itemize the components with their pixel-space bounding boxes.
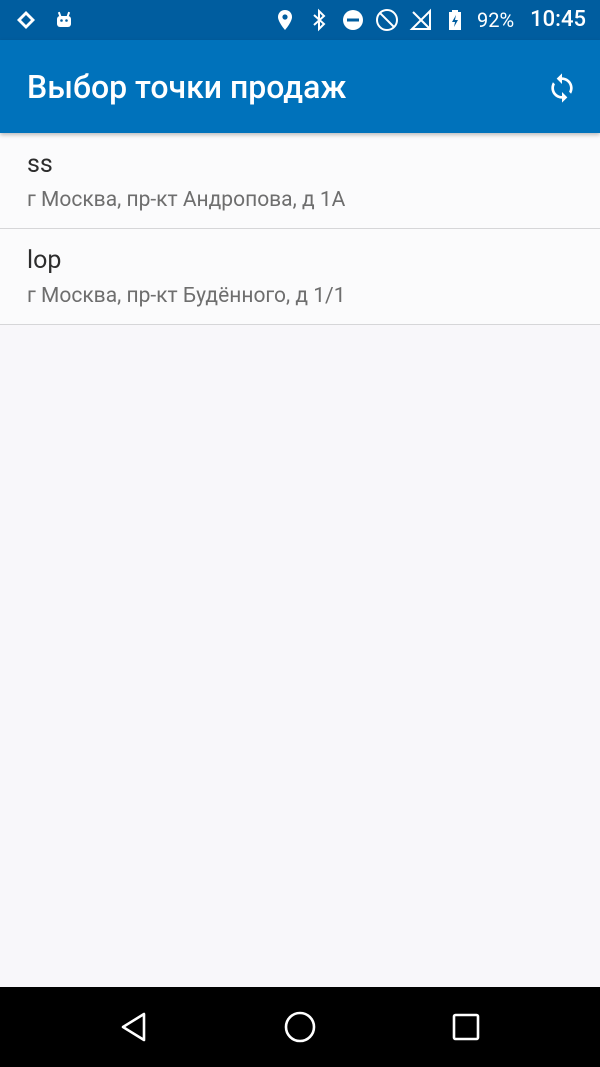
points-of-sale-list: ss г Москва, пр-кт Андропова, д 1А lop г… [0,133,600,325]
list-item[interactable]: ss г Москва, пр-кт Андропова, д 1А [0,133,600,229]
recents-button[interactable] [446,1007,486,1047]
refresh-button[interactable] [540,66,584,110]
point-name: ss [27,150,53,179]
network-icon [17,11,35,29]
do-not-disturb-icon [343,10,364,30]
battery-percentage: 92% [477,8,515,32]
location-icon [278,10,293,30]
back-icon [121,1012,146,1042]
home-button[interactable] [280,1007,320,1047]
bluetooth-icon [313,8,326,32]
point-name: lop [27,246,62,275]
android-icon [57,11,71,27]
status-bar: 92% 10:45 [0,0,600,40]
recents-icon [452,1013,480,1041]
navigation-bar [0,987,600,1067]
battery-icon [449,10,462,30]
back-button[interactable] [114,1007,154,1047]
point-address: г Москва, пр-кт Будённого, д 1/1 [27,284,346,308]
page-title: Выбор точки продаж [27,68,347,106]
app-bar: Выбор точки продаж [0,40,600,133]
refresh-icon [551,73,573,103]
wifi-icon [376,9,399,31]
clock: 10:45 [530,7,586,32]
point-address: г Москва, пр-кт Андропова, д 1А [27,188,346,212]
no-signal-icon [409,8,432,30]
list-item[interactable]: lop г Москва, пр-кт Будённого, д 1/1 [0,229,600,325]
home-icon [284,1011,316,1043]
